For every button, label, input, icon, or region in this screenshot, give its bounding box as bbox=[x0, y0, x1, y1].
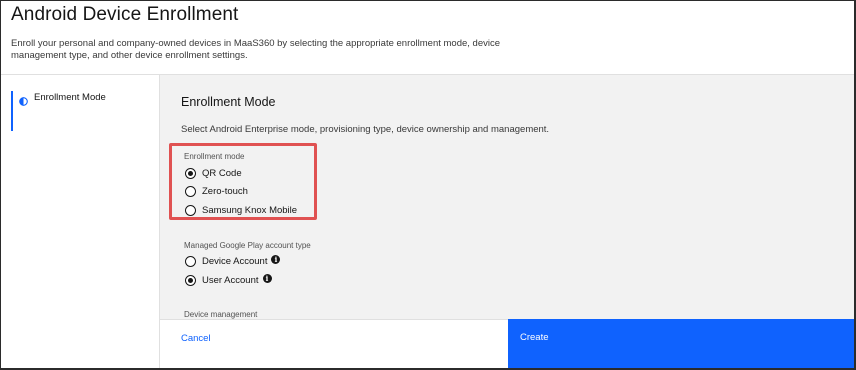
radio-button[interactable] bbox=[185, 256, 196, 267]
radio-device-account[interactable]: Device Account i bbox=[185, 255, 281, 267]
main-panel: Enrollment Mode Select Android Enterpris… bbox=[160, 75, 854, 319]
radio-button[interactable] bbox=[185, 186, 196, 197]
radio-button[interactable] bbox=[185, 275, 196, 286]
section-title: Enrollment Mode bbox=[181, 95, 276, 109]
radio-button[interactable] bbox=[185, 168, 196, 179]
sidebar-item-enrollment-mode[interactable]: Enrollment Mode bbox=[11, 91, 151, 131]
radio-label: Device Account bbox=[202, 256, 268, 267]
radio-label: Zero-touch bbox=[202, 186, 248, 197]
account-type-label: Managed Google Play account type bbox=[184, 241, 311, 250]
enrollment-mode-label: Enrollment mode bbox=[184, 152, 245, 161]
page-description: Enroll your personal and company-owned d… bbox=[11, 38, 501, 61]
enrollment-window: Android Device Enrollment Enroll your pe… bbox=[0, 0, 856, 370]
section-description: Select Android Enterprise mode, provisio… bbox=[181, 124, 550, 135]
cancel-button[interactable]: Cancel bbox=[160, 319, 508, 368]
half-circle-icon bbox=[19, 93, 28, 106]
sidebar: Enrollment Mode bbox=[1, 75, 160, 368]
radio-samsung-knox[interactable]: Samsung Knox Mobile bbox=[185, 205, 297, 216]
device-management-label: Device management bbox=[184, 310, 258, 319]
radio-label: User Account bbox=[202, 275, 259, 286]
cancel-button-label: Cancel bbox=[181, 333, 211, 344]
radio-zero-touch[interactable]: Zero-touch bbox=[185, 186, 248, 197]
page-title: Android Device Enrollment bbox=[11, 4, 239, 25]
radio-label: QR Code bbox=[202, 168, 242, 179]
radio-label: Samsung Knox Mobile bbox=[202, 205, 298, 216]
page-header: Android Device Enrollment Enroll your pe… bbox=[1, 1, 854, 75]
create-button-label: Create bbox=[520, 332, 549, 343]
radio-qr-code[interactable]: QR Code bbox=[185, 168, 242, 179]
radio-user-account[interactable]: User Account i bbox=[185, 274, 272, 286]
info-icon[interactable]: i bbox=[262, 274, 272, 283]
sidebar-item-label: Enrollment Mode bbox=[34, 92, 106, 103]
radio-button[interactable] bbox=[185, 205, 196, 216]
info-icon[interactable]: i bbox=[271, 255, 281, 264]
create-button[interactable]: Create bbox=[508, 319, 854, 368]
